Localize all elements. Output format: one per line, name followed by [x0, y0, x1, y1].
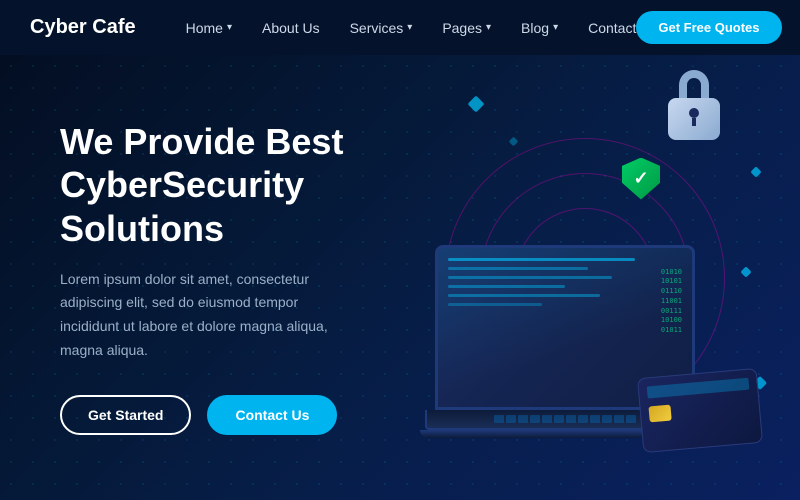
- hero-content: We Provide Best CyberSecurity Solutions …: [0, 120, 420, 435]
- navbar: Cyber Cafe Home ▾ About Us Services ▾ Pa…: [0, 0, 800, 55]
- chevron-down-icon: ▾: [486, 22, 491, 33]
- hero-buttons: Get Started Contact Us: [60, 395, 360, 435]
- hero-illustration: ✓ 01010101010111011001001111010001011: [390, 88, 780, 468]
- lock-keyhole: [688, 108, 700, 126]
- nav-item-about[interactable]: About Us: [262, 20, 320, 36]
- floating-cube-3: [468, 95, 485, 112]
- code-text: 01010101010111011001001111010001011: [661, 268, 682, 337]
- lock-shackle: [679, 70, 709, 100]
- chevron-down-icon: ▾: [553, 22, 558, 33]
- lock-icon: [668, 98, 720, 140]
- hero-title: We Provide Best CyberSecurity Solutions: [60, 120, 360, 250]
- hero-section: We Provide Best CyberSecurity Solutions …: [0, 55, 800, 500]
- nav-item-contact[interactable]: Contact: [588, 20, 636, 36]
- brand-logo[interactable]: Cyber Cafe: [30, 16, 136, 39]
- floating-cube-2: [750, 166, 761, 177]
- get-started-button[interactable]: Get Started: [60, 395, 191, 435]
- credit-card-illustration: [637, 367, 763, 452]
- contact-us-button[interactable]: Contact Us: [207, 395, 337, 435]
- nav-item-pages[interactable]: Pages ▾: [442, 20, 491, 36]
- floating-cube-6: [509, 136, 519, 146]
- floating-cube-4: [740, 266, 751, 277]
- lock-body: [668, 98, 720, 140]
- nav-item-blog[interactable]: Blog ▾: [521, 20, 558, 36]
- hero-subtitle: Lorem ipsum dolor sit amet, consectetur …: [60, 268, 360, 363]
- get-free-quotes-button[interactable]: Get Free Quotes: [636, 11, 781, 44]
- shield-icon: ✓: [622, 158, 660, 200]
- nav-item-home[interactable]: Home ▾: [186, 20, 232, 36]
- nav-menu: Home ▾ About Us Services ▾ Pages ▾ Blog …: [186, 20, 637, 36]
- chevron-down-icon: ▾: [407, 22, 412, 33]
- chevron-down-icon: ▾: [227, 22, 232, 33]
- nav-item-services[interactable]: Services ▾: [350, 20, 413, 36]
